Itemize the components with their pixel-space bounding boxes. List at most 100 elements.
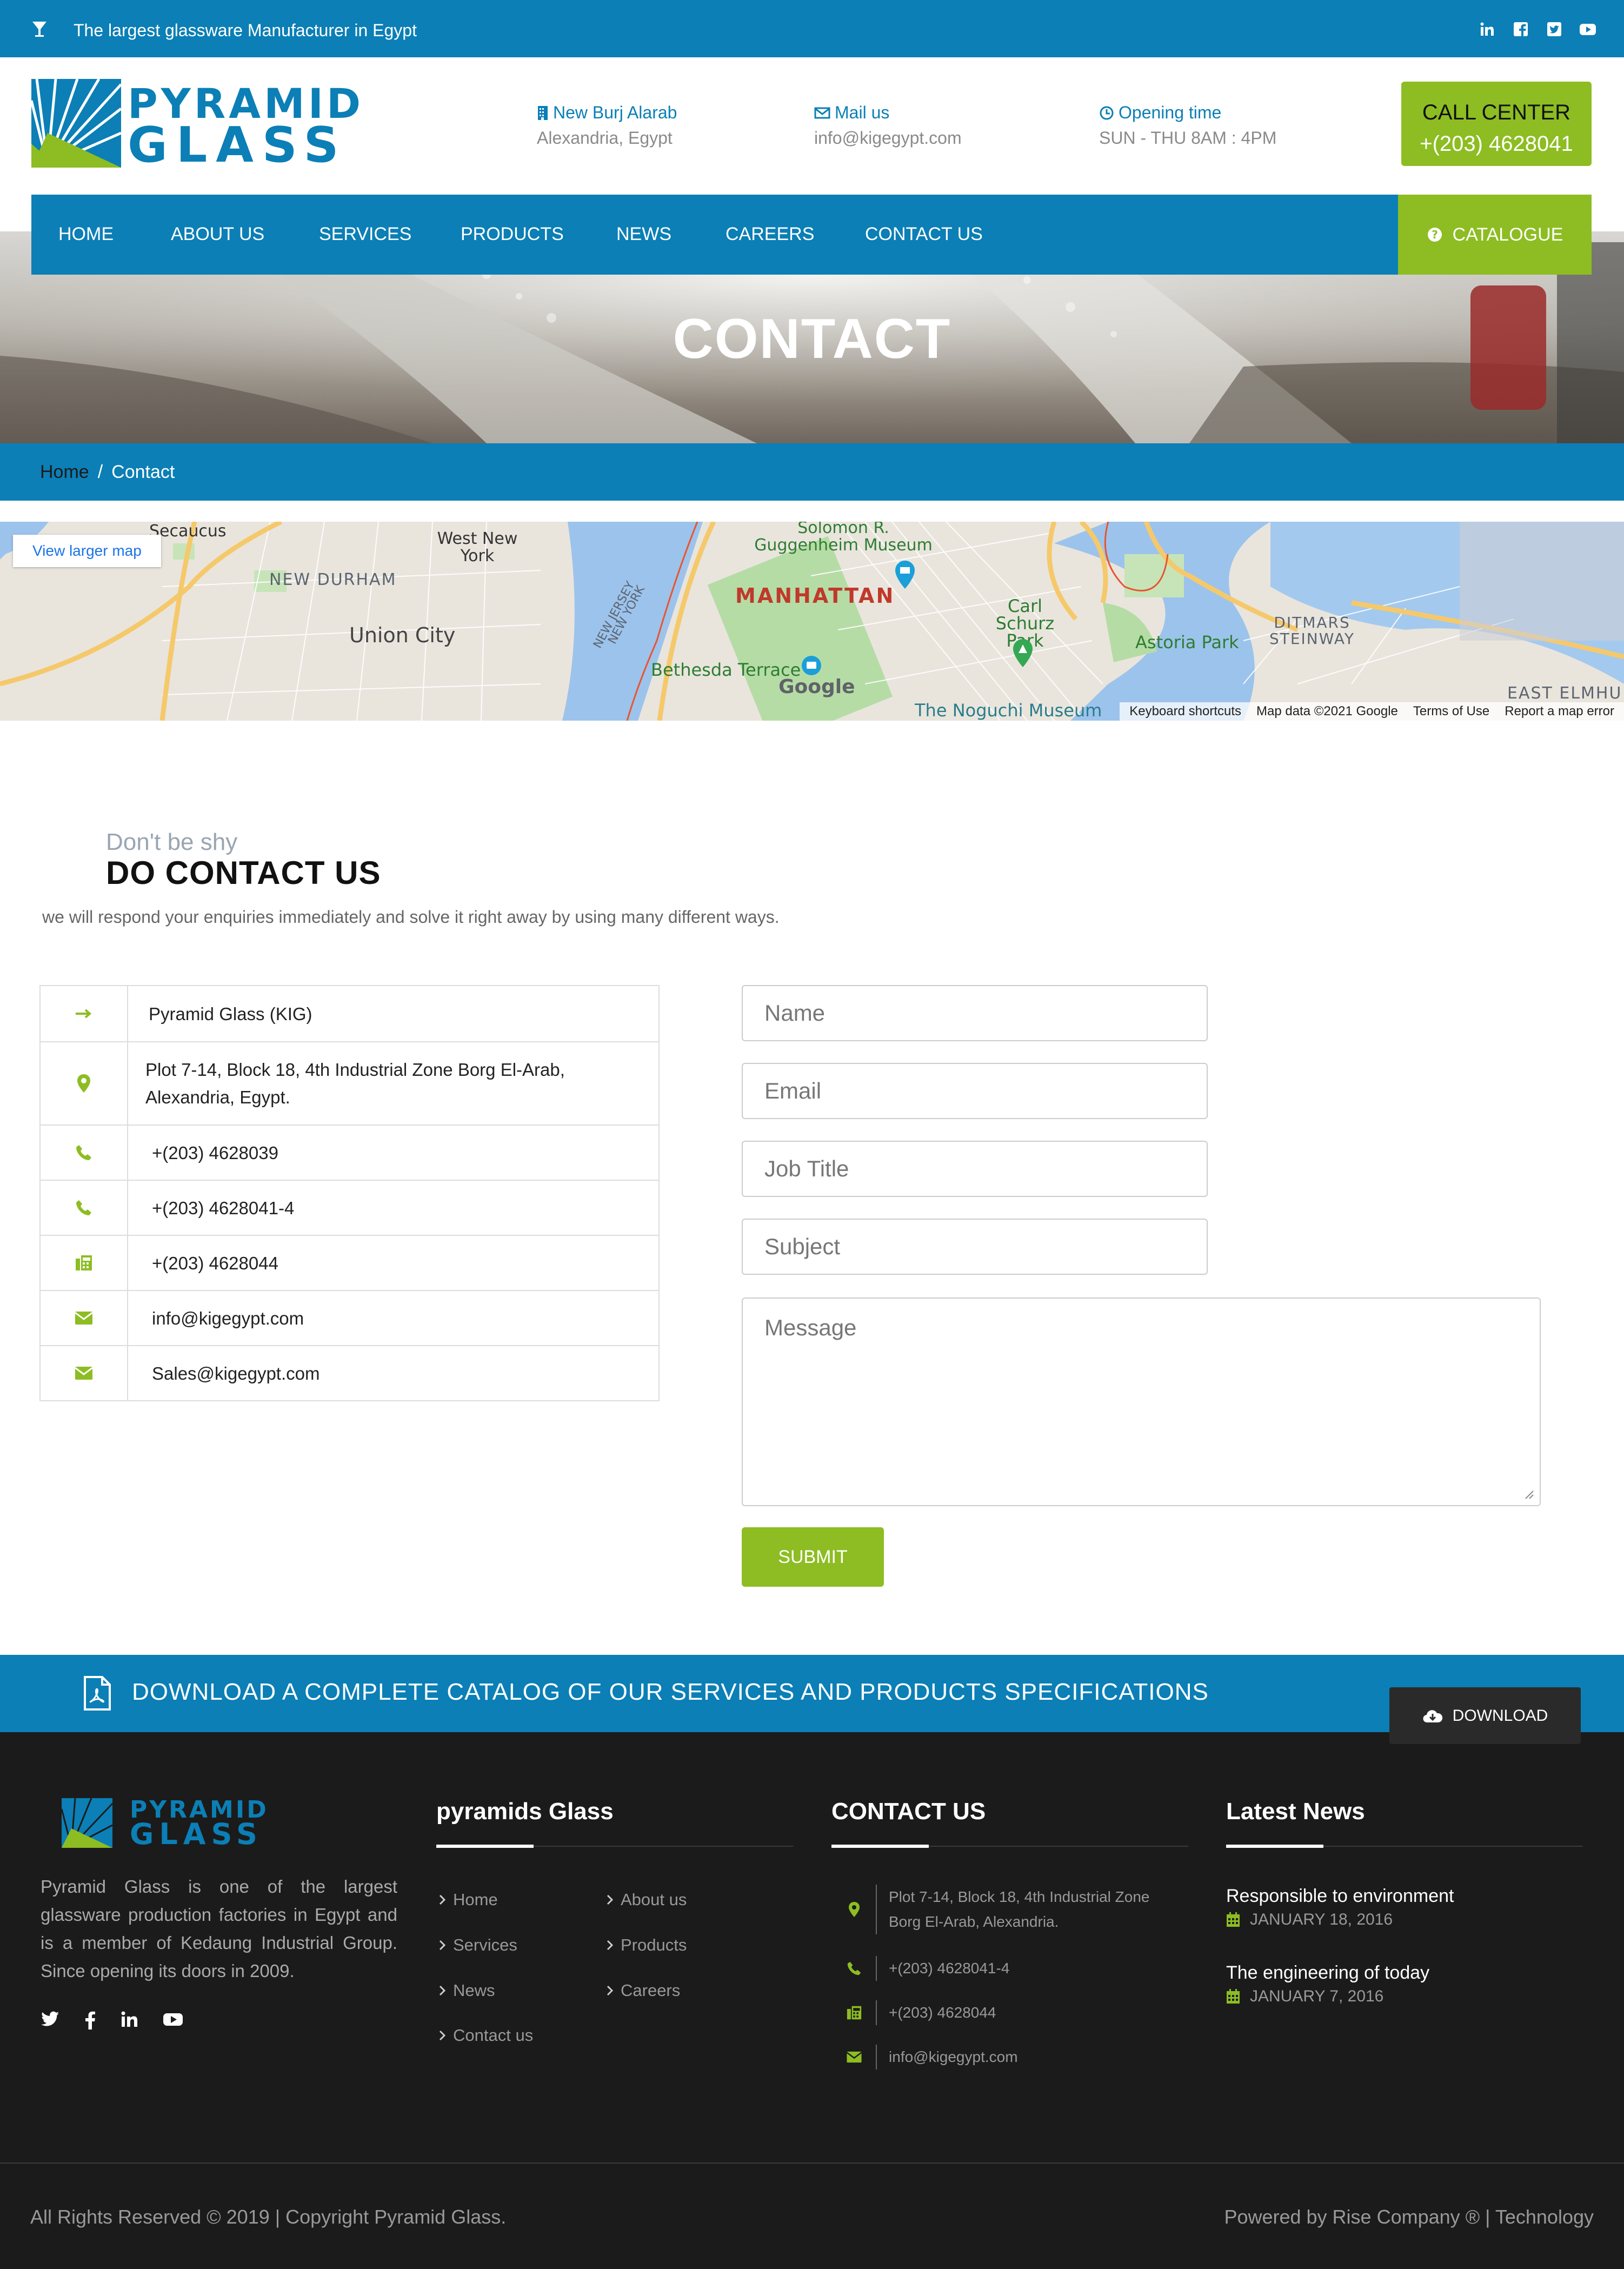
park-pin-icon[interactable] <box>1011 638 1035 668</box>
logo-text-glass: GLASS <box>128 117 348 174</box>
fax-icon <box>846 2005 862 2020</box>
footer-email-text[interactable]: info@kigegypt.com <box>876 2045 1018 2070</box>
info-row-fax: +(203) 4628044 <box>41 1235 658 1290</box>
footer-about-text: Pyramid Glass is one of the largest glas… <box>41 1877 397 1981</box>
google-map[interactable]: View larger map Secaucus West New York N… <box>0 522 1624 721</box>
info-email-2[interactable]: Sales@kigegypt.com <box>128 1346 658 1400</box>
map-pin-icon <box>77 1074 91 1093</box>
footer-phone-text[interactable]: +(203) 4628041-4 <box>876 1956 1009 1981</box>
footer-contact-fax: +(203) 4628044 <box>833 2000 996 2025</box>
footer-link-contact-us[interactable]: Contact us <box>439 2026 533 2045</box>
chevron-right-icon <box>439 1894 445 1905</box>
envelope-icon <box>846 2051 862 2063</box>
news-item-date: JANUARY 18, 2016 <box>1226 1911 1393 1929</box>
footer-link-services[interactable]: Services <box>439 1935 517 1955</box>
linkedin-icon[interactable] <box>1478 21 1496 38</box>
pdf-file-icon <box>83 1675 111 1711</box>
catalogue-button[interactable]: ? CATALOGUE <box>1398 195 1592 275</box>
nav-contact-us[interactable]: CONTACT US <box>865 224 983 245</box>
breadcrumb: Home / Contact <box>0 443 1624 501</box>
footer-link-label: Home <box>453 1890 498 1909</box>
map-marker-icon[interactable] <box>800 654 823 677</box>
info-company: Pyramid Glass (KIG) <box>149 1003 312 1024</box>
nav-home[interactable]: HOME <box>58 224 114 245</box>
calendar-icon <box>1226 1912 1240 1927</box>
footer-link-careers[interactable]: Careers <box>607 1981 680 2000</box>
map-label-manhattan: MANHATTAN <box>735 584 895 608</box>
footer-link-home[interactable]: Home <box>439 1890 498 1909</box>
nav-careers[interactable]: CAREERS <box>726 224 814 245</box>
map-data-text: Map data ©2021 Google <box>1256 704 1398 718</box>
mail-value[interactable]: info@kigegypt.com <box>814 128 962 148</box>
arrow-right-icon <box>75 1008 93 1019</box>
hours-value: SUN - THU 8AM : 4PM <box>1099 128 1277 148</box>
hours-title: Opening time <box>1119 103 1222 122</box>
twitter-icon[interactable] <box>1545 21 1563 38</box>
building-icon <box>537 105 549 121</box>
footer-link-about-us[interactable]: About us <box>607 1890 687 1909</box>
email-field[interactable]: Email <box>742 1063 1208 1119</box>
contact-info-table: Pyramid Glass (KIG) Plot 7-14, Block 18,… <box>39 985 660 1401</box>
nav-about-us[interactable]: ABOUT US <box>171 224 264 245</box>
keyboard-shortcuts-link[interactable]: Keyboard shortcuts <box>1129 704 1241 719</box>
nav-news[interactable]: NEWS <box>616 224 671 245</box>
nav-products[interactable]: PRODUCTS <box>461 224 564 245</box>
subject-field[interactable]: Subject <box>742 1219 1208 1275</box>
job-title-field[interactable]: Job Title <box>742 1141 1208 1197</box>
footer-links-underline <box>436 1845 793 1848</box>
message-field[interactable]: Message <box>742 1297 1541 1506</box>
info-row-address: Plot 7-14, Block 18, 4th Industrial Zone… <box>41 1041 658 1124</box>
cloud-download-icon <box>1422 1708 1443 1724</box>
info-row-email-1: info@kigegypt.com <box>41 1290 658 1345</box>
footer-logo[interactable]: PYRAMID GLASS <box>62 1798 294 1850</box>
info-fax: +(203) 4628044 <box>152 1253 278 1273</box>
mail-title: Mail us <box>835 103 890 122</box>
info-phone-2[interactable]: +(203) 4628041-4 <box>128 1181 658 1235</box>
view-larger-map-link[interactable]: View larger map <box>13 535 161 567</box>
powered-by-text[interactable]: Powered by Rise Company ® | Technology <box>1224 2206 1594 2228</box>
name-field[interactable]: Name <box>742 985 1208 1041</box>
map-label-west-new-york: West New York <box>437 529 518 565</box>
facebook-icon[interactable] <box>1512 21 1530 38</box>
twitter-icon[interactable] <box>41 2011 60 2030</box>
envelope-icon <box>75 1311 93 1325</box>
info-phone-1[interactable]: +(203) 4628039 <box>128 1126 658 1180</box>
news-item-title[interactable]: Responsible to environment <box>1226 1886 1454 1907</box>
footer-link-label: Careers <box>621 1981 681 2000</box>
download-catalog-text: DOWNLOAD A COMPLETE CATALOG OF OUR SERVI… <box>132 1679 1209 1705</box>
download-button[interactable]: DOWNLOAD <box>1389 1687 1581 1744</box>
footer-news-title: Latest News <box>1226 1798 1365 1825</box>
clock-icon <box>1099 105 1114 121</box>
map-label-east-elmhurst: EAST ELMHU <box>1507 684 1622 703</box>
resize-handle-icon[interactable] <box>1521 1487 1534 1500</box>
map-label-new-durham: NEW DURHAM <box>269 570 397 589</box>
question-circle-icon: ? <box>1427 227 1443 243</box>
youtube-icon[interactable] <box>1579 21 1597 38</box>
breadcrumb-home[interactable]: Home <box>40 462 89 483</box>
footer-contact-phone: +(203) 4628041-4 <box>833 1956 1009 1981</box>
nav-services[interactable]: SERVICES <box>319 224 411 245</box>
chevron-right-icon <box>607 1894 613 1905</box>
main-nav: HOME ABOUT US SERVICES PRODUCTS NEWS CAR… <box>31 195 1592 275</box>
info-email-1[interactable]: info@kigegypt.com <box>128 1291 658 1345</box>
footer-link-news[interactable]: News <box>439 1981 495 2000</box>
facebook-icon[interactable] <box>85 2011 96 2030</box>
envelope-icon <box>75 1366 93 1380</box>
info-address: Plot 7-14, Block 18, 4th Industrial Zone… <box>145 1060 565 1107</box>
submit-button[interactable]: SUBMIT <box>742 1527 884 1587</box>
footer-link-label: News <box>453 1981 495 2000</box>
report-error-link[interactable]: Report a map error <box>1505 704 1614 719</box>
mail-info: Mail us info@kigegypt.com <box>814 103 962 148</box>
pyramid-glass-logo[interactable]: PYRAMID GLASS <box>31 79 361 174</box>
linkedin-icon[interactable] <box>121 2011 138 2030</box>
museum-pin-icon[interactable] <box>893 560 917 590</box>
news-item-title[interactable]: The engineering of today <box>1226 1962 1429 1984</box>
terms-link[interactable]: Terms of Use <box>1413 704 1489 719</box>
youtube-icon[interactable] <box>163 2011 183 2030</box>
map-attribution: Keyboard shortcuts Map data ©2021 Google… <box>1120 702 1624 721</box>
footer-link-products[interactable]: Products <box>607 1935 687 1955</box>
call-center-number: +(203) 4628041 <box>1420 132 1573 156</box>
chevron-right-icon <box>439 1985 445 1996</box>
chevron-right-icon <box>439 2030 445 2041</box>
call-center-button[interactable]: CALL CENTER +(203) 4628041 <box>1401 82 1592 166</box>
